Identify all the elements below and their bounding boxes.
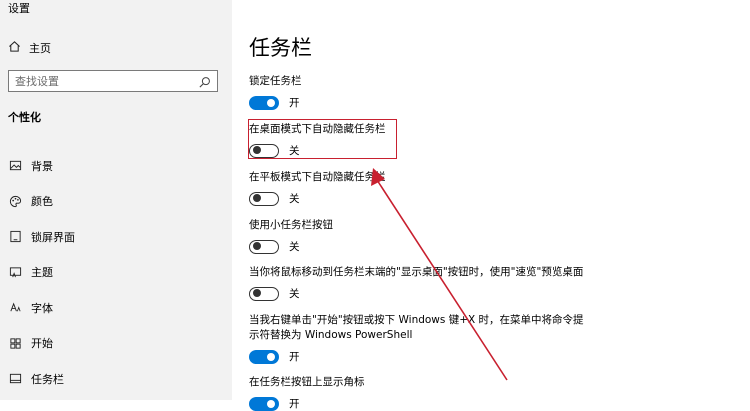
toggle-switch[interactable] <box>249 349 279 364</box>
setting-label: 当你将鼠标移动到任务栏末端的"显示桌面"按钮时，使用"速览"预览桌面 <box>249 266 584 278</box>
home-label: 主页 <box>29 42 51 55</box>
toggle-state: 开 <box>289 398 300 410</box>
image-icon <box>8 159 22 173</box>
setting-small-buttons: 使用小任务栏按钮 关 <box>249 218 729 254</box>
palette-icon <box>8 194 22 208</box>
toggle-state: 关 <box>289 288 300 300</box>
sidebar-item-start[interactable]: 开始 <box>0 326 232 362</box>
setting-peek-desktop: 当你将鼠标移动到任务栏末端的"显示桌面"按钮时，使用"速览"预览桌面 关 <box>249 265 729 301</box>
search-box[interactable] <box>8 70 218 92</box>
setting-label: 在任务栏按钮上显示角标 <box>249 376 365 388</box>
toggle-state: 关 <box>289 241 300 253</box>
setting-label: 锁定任务栏 <box>249 75 302 87</box>
lock-screen-icon <box>8 230 22 244</box>
toggle-state: 开 <box>289 351 300 363</box>
toggle-state: 关 <box>289 193 300 205</box>
setting-lock-taskbar: 锁定任务栏 开 <box>249 74 729 110</box>
annotation-highlight-box <box>248 119 397 159</box>
search-input[interactable] <box>9 72 195 90</box>
toggle-state: 开 <box>289 97 300 109</box>
sidebar-item-label: 任务栏 <box>31 372 64 386</box>
app-title: 设置 <box>8 2 30 15</box>
sidebar-item-label: 背景 <box>31 159 53 173</box>
toggle-switch[interactable] <box>249 286 279 301</box>
taskbar-icon <box>8 372 22 386</box>
search-icon[interactable] <box>198 74 211 93</box>
toggle-knob <box>253 289 261 297</box>
section-label-personalization: 个性化 <box>8 111 41 124</box>
sidebar-item-background[interactable]: 背景 <box>0 148 232 184</box>
toggle-knob <box>253 242 261 250</box>
sidebar-item-label: 颜色 <box>31 195 53 209</box>
toggle-switch[interactable] <box>249 95 279 110</box>
setting-powershell: 当我右键单击"开始"按钮或按下 Windows 键+X 时，在菜单中将命令提示符… <box>249 313 584 364</box>
sidebar-item-lock-screen[interactable]: 锁屏界面 <box>0 219 232 255</box>
sidebar-item-label: 开始 <box>31 337 53 351</box>
main-content: 任务栏 锁定任务栏 开 在桌面模式下自动隐藏任务栏 关 在平板模式下自动隐藏任务… <box>232 0 750 411</box>
page-title: 任务栏 <box>249 36 312 60</box>
sidebar-item-fonts[interactable]: 字体 <box>0 290 232 326</box>
theme-icon <box>8 265 22 279</box>
sidebar-item-label: 主题 <box>31 266 53 280</box>
home-icon <box>8 40 21 56</box>
toggle-knob <box>267 352 275 361</box>
toggle-switch[interactable] <box>249 191 279 206</box>
setting-label: 使用小任务栏按钮 <box>249 219 333 231</box>
sidebar: 设置 主页 个性化 背景 颜色 锁屏界面 <box>0 0 232 400</box>
setting-label: 当我右键单击"开始"按钮或按下 Windows 键+X 时，在菜单中将命令提示符… <box>249 314 584 341</box>
sidebar-item-colors[interactable]: 颜色 <box>0 184 232 220</box>
font-icon <box>8 301 22 315</box>
sidebar-item-themes[interactable]: 主题 <box>0 255 232 291</box>
sidebar-item-label: 字体 <box>31 301 53 315</box>
sidebar-item-taskbar[interactable]: 任务栏 <box>0 361 232 397</box>
toggle-knob <box>253 194 261 202</box>
toggle-switch[interactable] <box>249 239 279 254</box>
start-icon <box>8 336 22 350</box>
setting-show-badges: 在任务栏按钮上显示角标 开 <box>249 375 729 411</box>
toggle-knob <box>267 399 275 408</box>
personalization-nav: 背景 颜色 锁屏界面 主题 字体 开始 任务栏 <box>0 148 232 397</box>
setting-label: 在平板模式下自动隐藏任务栏 <box>249 171 386 183</box>
sidebar-item-label: 锁屏界面 <box>31 230 75 244</box>
toggle-knob <box>267 98 275 107</box>
setting-auto-hide-tablet: 在平板模式下自动隐藏任务栏 关 <box>249 170 729 206</box>
toggle-switch[interactable] <box>249 396 279 411</box>
nav-home[interactable]: 主页 <box>8 40 51 56</box>
